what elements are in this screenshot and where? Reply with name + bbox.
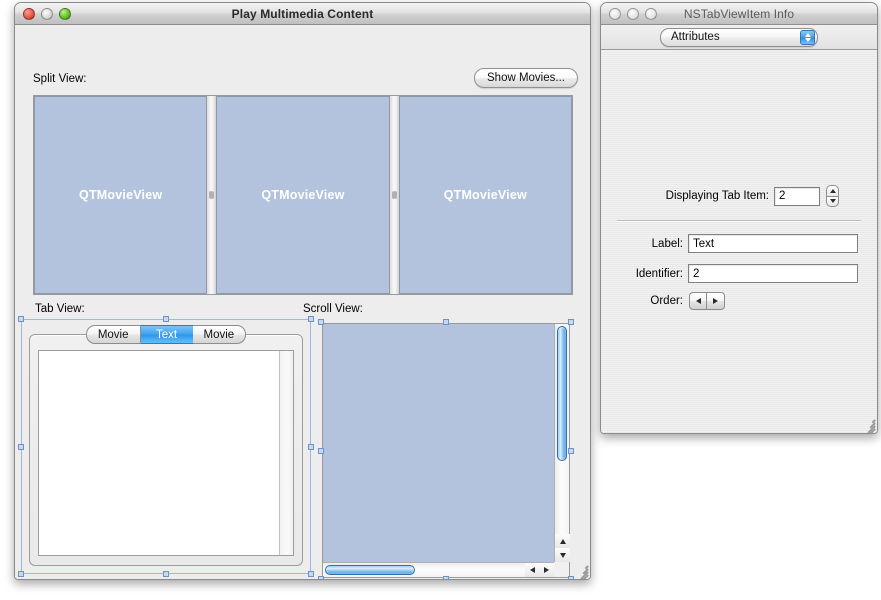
- vertical-scrollbar-thumb[interactable]: [557, 326, 567, 461]
- scroll-right-arrow[interactable]: [539, 563, 554, 577]
- displaying-tab-item-row: Displaying Tab Item: 2: [601, 185, 877, 207]
- inspector-separator: [617, 220, 861, 221]
- inspector-pane-popup-value: Attributes: [671, 31, 720, 43]
- chevron-updown-icon: [800, 30, 815, 45]
- order-row: Order:: [601, 292, 877, 310]
- inspector-pane-selector-bar: Attributes: [601, 25, 877, 50]
- inspector-close-button-icon[interactable]: [609, 8, 621, 20]
- main-window-resize-grip[interactable]: [574, 563, 588, 577]
- screen: Play Multimedia Content Split View: Show…: [0, 0, 881, 600]
- tab-text[interactable]: Text: [141, 325, 193, 344]
- displaying-tab-item-stepper[interactable]: [826, 185, 839, 207]
- selection-handle-mr[interactable]: [308, 444, 314, 450]
- inspector-attributes-pane: Displaying Tab Item: 2 Label: Text: [601, 51, 877, 433]
- scroll-view-label: Scroll View:: [303, 303, 363, 315]
- scrollbar-corner: [554, 562, 569, 577]
- scroll-selection-handle-bl[interactable]: [318, 576, 324, 580]
- close-button-icon[interactable]: [23, 8, 35, 20]
- inspector-minimize-button-icon[interactable]: [627, 8, 639, 20]
- tab-view-selection: Movie Text Movie: [21, 319, 311, 574]
- main-window-title: Play Multimedia Content: [15, 3, 590, 25]
- identifier-field-label: Identifier:: [601, 268, 683, 280]
- selection-handle-tr[interactable]: [308, 316, 314, 322]
- label-text-field[interactable]: Text: [688, 234, 858, 253]
- scroll-selection-handle-tl[interactable]: [318, 319, 324, 325]
- stepper-up-button[interactable]: [826, 185, 839, 196]
- main-window: Play Multimedia Content Split View: Show…: [14, 2, 591, 580]
- selection-handle-ml[interactable]: [18, 444, 24, 450]
- scroll-selection-handle-mr[interactable]: [568, 448, 574, 454]
- text-area-vertical-scrollbar[interactable]: [279, 351, 293, 555]
- scroll-view-vertical-scrollbar[interactable]: [554, 324, 569, 562]
- scroll-down-arrow[interactable]: [555, 548, 570, 562]
- split-view[interactable]: QTMovieView QTMovieView QTMovieView: [33, 95, 573, 295]
- displaying-tab-item-field[interactable]: 2: [774, 187, 820, 206]
- scroll-left-arrow[interactable]: [525, 563, 540, 577]
- qtmovieview-label-1: QTMovieView: [79, 188, 162, 202]
- identifier-text-field[interactable]: 2: [688, 264, 858, 283]
- identifier-row: Identifier: 2: [601, 264, 877, 283]
- scroll-view-horizontal-scrollbar[interactable]: [323, 562, 554, 577]
- order-segmented-control[interactable]: [689, 292, 725, 310]
- inspector-zoom-button-icon[interactable]: [645, 8, 657, 20]
- main-window-titlebar[interactable]: Play Multimedia Content: [15, 3, 590, 25]
- scroll-selection-handle-tr[interactable]: [568, 319, 574, 325]
- split-view-divider-1[interactable]: [207, 96, 216, 294]
- qtmovieview-label-2: QTMovieView: [261, 188, 344, 202]
- horizontal-scrollbar-thumb[interactable]: [325, 565, 415, 575]
- show-movies-button[interactable]: Show Movies...: [474, 68, 578, 88]
- order-field-label: Order:: [601, 295, 683, 307]
- displaying-tab-item-label: Displaying Tab Item:: [601, 190, 769, 202]
- scroll-view-selection: [318, 319, 574, 580]
- selection-handle-tc[interactable]: [163, 316, 169, 322]
- selection-handle-br[interactable]: [308, 571, 314, 577]
- tab-movie-2[interactable]: Movie: [193, 325, 247, 344]
- qtmovieview-pane-1[interactable]: QTMovieView: [34, 96, 207, 294]
- label-row: Label: Text: [601, 234, 877, 253]
- tab-view-label: Tab View:: [35, 303, 85, 315]
- selection-handle-bc[interactable]: [163, 571, 169, 577]
- tab-movie-1[interactable]: Movie: [86, 325, 141, 344]
- main-window-body: Split View: Show Movies... QTMovieView Q…: [15, 25, 590, 579]
- order-next-button[interactable]: [707, 292, 725, 310]
- zoom-button-icon[interactable]: [59, 8, 71, 20]
- tab-text-content-area[interactable]: [38, 350, 294, 556]
- split-view-divider-2[interactable]: [390, 96, 399, 294]
- selection-handle-tl[interactable]: [18, 316, 24, 322]
- scroll-view[interactable]: [322, 323, 570, 578]
- tab-view[interactable]: Movie Text Movie: [29, 325, 303, 566]
- inspector-resize-grip[interactable]: [861, 417, 875, 431]
- label-text-value: Text: [693, 238, 714, 250]
- inspector-window: NSTabViewItem Info Attributes Displaying…: [600, 2, 878, 434]
- inspector-body: Attributes Displaying Tab Item: 2: [601, 25, 877, 433]
- tab-strip: Movie Text Movie: [29, 325, 303, 345]
- displaying-tab-item-value: 2: [779, 190, 785, 202]
- scroll-selection-handle-ml[interactable]: [318, 448, 324, 454]
- order-previous-button[interactable]: [689, 292, 707, 310]
- selection-handle-bl[interactable]: [18, 571, 24, 577]
- split-view-label: Split View:: [33, 73, 86, 85]
- inspector-pane-popup-button[interactable]: Attributes: [660, 28, 818, 47]
- qtmovieview-pane-3[interactable]: QTMovieView: [399, 96, 572, 294]
- qtmovieview-label-3: QTMovieView: [444, 188, 527, 202]
- stepper-down-button[interactable]: [826, 196, 839, 208]
- scroll-selection-handle-tc[interactable]: [443, 319, 449, 325]
- inspector-traffic-lights: [609, 8, 657, 20]
- scroll-up-arrow[interactable]: [555, 534, 570, 548]
- qtmovieview-pane-2[interactable]: QTMovieView: [216, 96, 389, 294]
- label-field-label: Label:: [601, 238, 683, 250]
- traffic-light-buttons: [23, 8, 71, 20]
- tab-view-content-box: [29, 334, 303, 566]
- identifier-text-value: 2: [693, 268, 699, 280]
- inspector-titlebar[interactable]: NSTabViewItem Info: [601, 3, 877, 25]
- scroll-selection-handle-bc[interactable]: [443, 576, 449, 580]
- minimize-button-icon[interactable]: [41, 8, 53, 20]
